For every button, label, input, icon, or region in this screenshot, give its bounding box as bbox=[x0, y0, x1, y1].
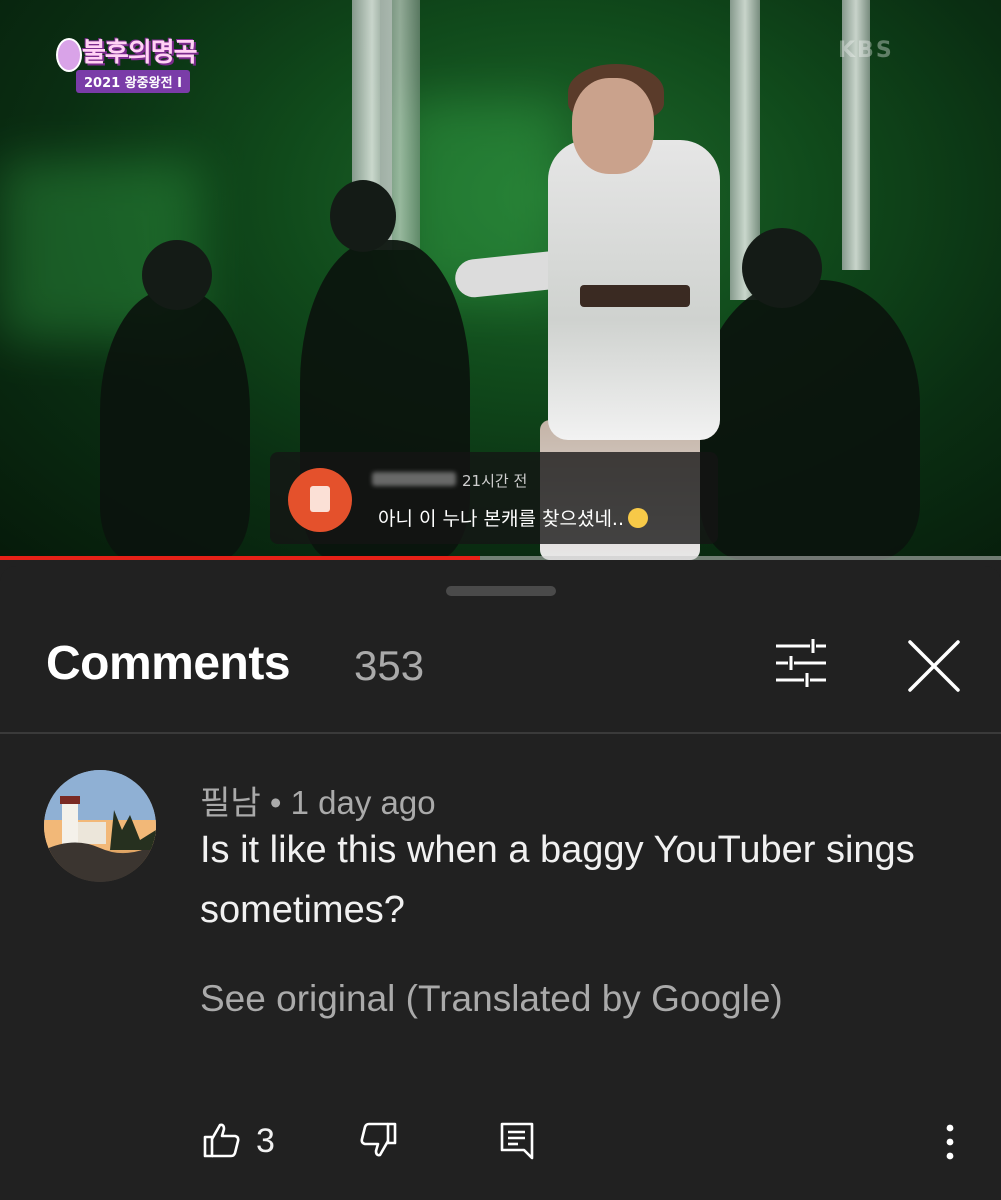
dancer-head bbox=[330, 180, 396, 252]
sort-filter-button[interactable] bbox=[770, 636, 832, 690]
comment-time: 1 day ago bbox=[290, 784, 436, 821]
comment-body: Is it like this when a baggy YouTuber si… bbox=[200, 829, 915, 931]
more-options-button[interactable] bbox=[938, 1120, 962, 1164]
lighthouse-avatar-image bbox=[44, 770, 156, 882]
sliders-icon bbox=[776, 639, 826, 687]
overlay-comment: 21시간 전 아니 이 누나 본캐를 찾으셨네.. bbox=[270, 452, 718, 544]
video-progress-bar[interactable] bbox=[0, 556, 1001, 560]
drag-handle[interactable] bbox=[446, 586, 556, 596]
background-dancer bbox=[700, 280, 920, 560]
background-dancer bbox=[100, 290, 250, 560]
comment-author[interactable]: 필남 bbox=[200, 784, 261, 821]
reply-button[interactable] bbox=[498, 1120, 538, 1164]
overlay-time: 21시간 전 bbox=[462, 472, 528, 490]
meta-separator: • bbox=[269, 784, 282, 821]
dancer-head bbox=[142, 240, 212, 310]
performer-belt bbox=[580, 285, 690, 307]
comment-meta: 필남 • 1 day ago bbox=[200, 776, 436, 824]
like-button[interactable] bbox=[202, 1120, 242, 1164]
thumbs-up-icon bbox=[203, 1123, 240, 1158]
video-progress-fill bbox=[0, 556, 481, 560]
comment-count: 353 bbox=[354, 642, 425, 689]
channel-watermark: KBS bbox=[838, 38, 894, 63]
like-count: 3 bbox=[256, 1122, 275, 1160]
close-button[interactable] bbox=[902, 634, 966, 698]
video-player[interactable]: 불후의명곡 2021 왕중왕전 I KBS 21시간 전 아니 이 누나 본캐를… bbox=[0, 0, 1001, 560]
see-original-link[interactable]: See original (Translated by Google) bbox=[200, 978, 783, 1020]
comment-item: 필남 • 1 day ago Is it like this when a ba… bbox=[0, 734, 1001, 1200]
reply-comment-icon bbox=[500, 1122, 534, 1160]
performer-face bbox=[572, 78, 654, 174]
dislike-button[interactable] bbox=[358, 1120, 398, 1164]
overlay-text: 아니 이 누나 본캐를 찾으셨네.. bbox=[378, 504, 648, 531]
more-vertical-icon bbox=[946, 1124, 954, 1160]
overlay-text-content: 아니 이 누나 본캐를 찾으셨네.. bbox=[378, 508, 624, 530]
sheet-title: Comments bbox=[46, 637, 291, 690]
scream-emoji-icon bbox=[628, 508, 648, 528]
avatar[interactable] bbox=[44, 770, 156, 882]
show-title: 불후의명곡 bbox=[82, 38, 198, 68]
comments-sheet: Comments 353 필남 • 1 day ago Is it like t… bbox=[0, 566, 1001, 1200]
overlay-avatar bbox=[288, 468, 352, 532]
comment-actions: 3 bbox=[0, 1112, 1001, 1192]
close-icon bbox=[908, 640, 960, 692]
show-subtitle: 2021 왕중왕전 I bbox=[76, 70, 190, 93]
thumbs-down-icon bbox=[360, 1122, 397, 1157]
logo-emblem-icon bbox=[56, 38, 82, 72]
overlay-blurred-name bbox=[372, 472, 456, 486]
show-logo: 불후의명곡 2021 왕중왕전 I bbox=[52, 30, 204, 100]
dancer-head bbox=[742, 228, 822, 308]
